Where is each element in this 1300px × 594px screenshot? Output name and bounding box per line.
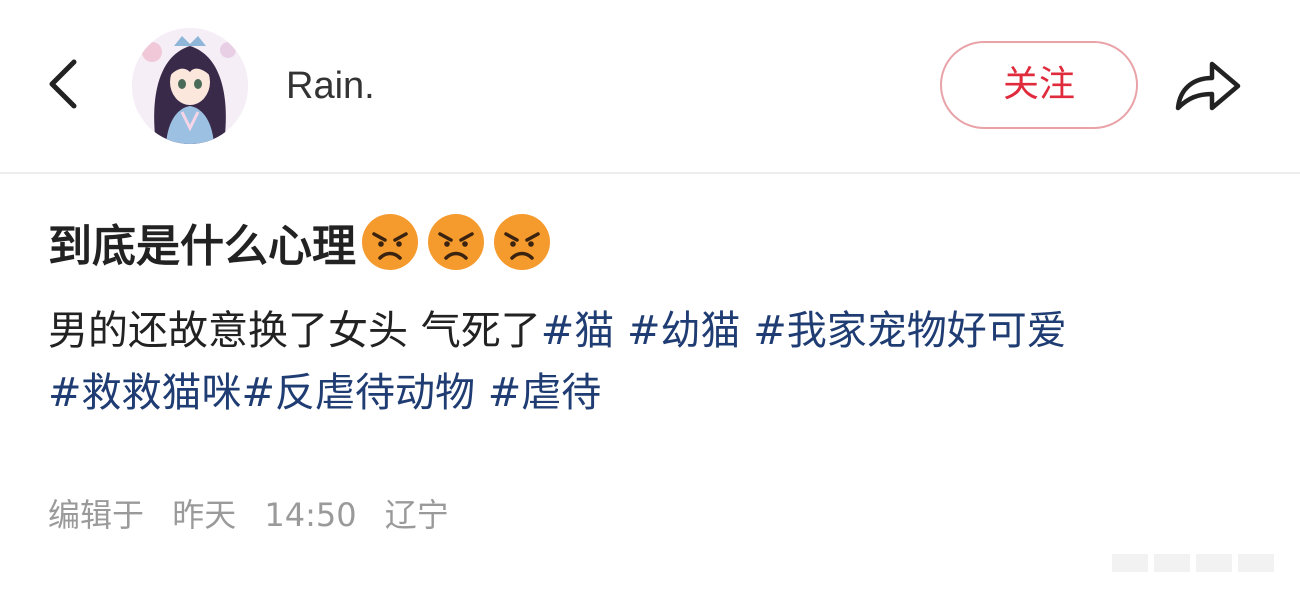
follow-button[interactable]: 关注 — [940, 41, 1138, 129]
post-header: Rain. 关注 — [0, 0, 1300, 172]
angry-face-icon — [428, 214, 484, 270]
post-location: 辽宁 — [384, 496, 449, 534]
hashtag-link[interactable]: #猫 — [541, 308, 615, 354]
back-button[interactable] — [38, 52, 90, 116]
hashtag-link[interactable]: #我家宠物好可爱 — [753, 308, 1067, 354]
post-title-text: 到底是什么心理 — [48, 221, 356, 272]
edit-label: 编辑于 — [48, 496, 145, 534]
edit-day: 昨天 — [172, 496, 237, 534]
post-detail-page: Rain. 关注 到底是什么心理 男的还故意换了女头 气死了#猫 #幼猫 #我家… — [0, 0, 1300, 594]
chevron-left-icon — [49, 59, 77, 109]
post-meta: 编辑于 昨天 14:50 辽宁 — [48, 490, 449, 540]
hashtag-link[interactable]: #虐待 — [488, 370, 602, 416]
angry-face-icon — [494, 214, 550, 270]
avatar-illustration — [132, 28, 248, 144]
hashtag-link[interactable]: #救救猫咪 — [48, 370, 242, 416]
watermark — [1110, 548, 1290, 578]
hashtag-link[interactable]: #反虐待动物 — [242, 370, 476, 416]
avatar[interactable] — [132, 28, 248, 144]
share-button[interactable] — [1170, 50, 1246, 120]
hashtag-link[interactable]: #幼猫 — [627, 308, 741, 354]
edit-time: 14:50 — [264, 496, 357, 534]
angry-face-icon — [362, 214, 418, 270]
header-divider — [0, 172, 1300, 174]
share-arrow-icon — [1175, 61, 1241, 111]
post-body-text: 男的还故意换了女头 气死了 — [48, 308, 541, 354]
post-title: 到底是什么心理 — [48, 210, 552, 274]
username[interactable]: Rain. — [286, 62, 375, 110]
post-body: 男的还故意换了女头 气死了#猫 #幼猫 #我家宠物好可爱 #救救猫咪#反虐待动物… — [48, 300, 1268, 424]
